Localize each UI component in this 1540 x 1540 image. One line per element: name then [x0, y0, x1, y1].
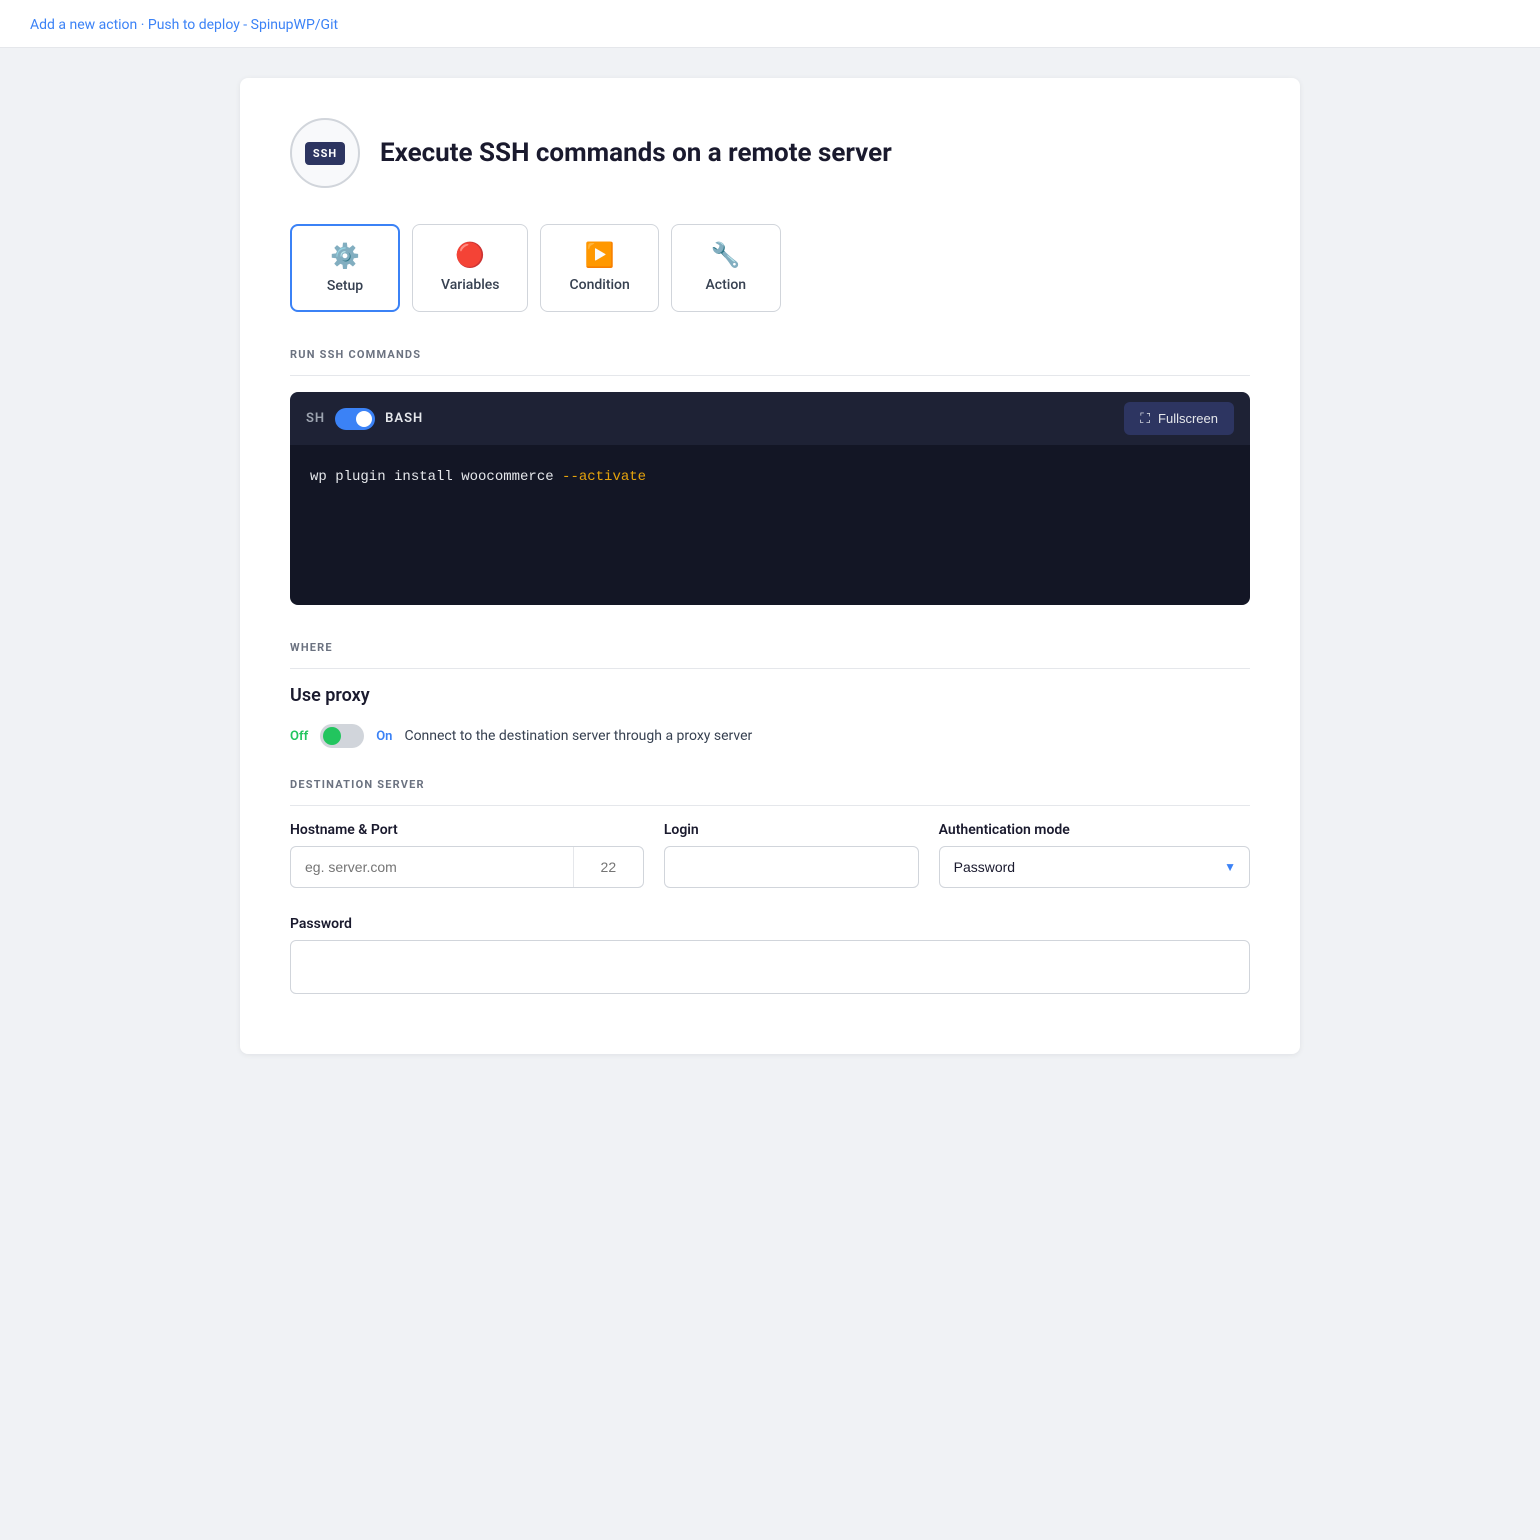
page-header: SSH Execute SSH commands on a remote ser… [290, 118, 1250, 188]
tab-setup-label: Setup [327, 278, 363, 294]
condition-icon: ▶️ [585, 241, 615, 269]
toggle-track[interactable] [335, 408, 375, 430]
run-section-divider [290, 375, 1250, 376]
proxy-toggle-row: Off On Connect to the destination server… [290, 724, 1250, 748]
tab-action[interactable]: 🔧 Action [671, 224, 781, 312]
ssh-label: SSH [305, 142, 345, 165]
login-group: Login [664, 822, 919, 888]
action-icon: 🔧 [711, 241, 741, 269]
on-label: On [376, 729, 392, 744]
bash-label: BASH [385, 411, 423, 426]
toggle-thumb [356, 411, 372, 427]
proxy-description: Connect to the destination server throug… [404, 728, 752, 744]
use-proxy-title: Use proxy [290, 685, 1250, 706]
auth-mode-select[interactable]: Password SSH Key [939, 846, 1250, 888]
tabs-container: ⚙️ Setup 🔴 Variables ▶️ Condition 🔧 Acti… [290, 224, 1250, 312]
destination-divider [290, 805, 1250, 806]
password-label: Password [290, 916, 1250, 932]
password-row: Password [290, 916, 1250, 994]
hostname-label: Hostname & Port [290, 822, 644, 838]
form-row-1: Hostname & Port Login Authentication mod… [290, 822, 1250, 888]
hostname-input[interactable] [291, 847, 573, 887]
setup-icon: ⚙️ [330, 242, 360, 270]
tab-condition-label: Condition [569, 277, 629, 293]
login-input[interactable] [664, 846, 919, 888]
where-divider [290, 668, 1250, 669]
destination-section: DESTINATION SERVER Hostname & Port Login… [290, 778, 1250, 994]
toolbar-left: SH BASH [306, 408, 423, 430]
sh-bash-toggle[interactable] [335, 408, 375, 430]
tab-variables[interactable]: 🔴 Variables [412, 224, 528, 312]
tab-setup[interactable]: ⚙️ Setup [290, 224, 400, 312]
where-label: WHERE [290, 641, 1250, 654]
main-container: SSH Execute SSH commands on a remote ser… [240, 78, 1300, 1054]
auth-mode-label: Authentication mode [939, 822, 1250, 838]
login-label: Login [664, 822, 919, 838]
auth-mode-select-wrapper: Password SSH Key ▼ [939, 846, 1250, 888]
destination-label: DESTINATION SERVER [290, 778, 1250, 791]
proxy-toggle-thumb [323, 727, 341, 745]
hostname-input-group [290, 846, 644, 888]
tab-variables-label: Variables [441, 277, 499, 293]
code-line-1: wp plugin install woocommerce --activate [310, 469, 1230, 485]
password-group: Password [290, 916, 1250, 994]
fullscreen-button[interactable]: ⛶ Fullscreen [1124, 402, 1234, 435]
page-icon: SSH [290, 118, 360, 188]
tab-condition[interactable]: ▶️ Condition [540, 224, 658, 312]
sh-label: SH [306, 411, 325, 426]
run-section-label: RUN SSH COMMANDS [290, 348, 1250, 361]
top-bar: Add a new action · Push to deploy - Spin… [0, 0, 1540, 48]
variables-icon: 🔴 [455, 241, 485, 269]
proxy-toggle[interactable] [320, 724, 364, 748]
hostname-group: Hostname & Port [290, 822, 644, 888]
auth-mode-group: Authentication mode Password SSH Key ▼ [939, 822, 1250, 888]
password-input[interactable] [290, 940, 1250, 994]
code-body[interactable]: wp plugin install woocommerce --activate [290, 445, 1250, 605]
code-arg: --activate [562, 469, 646, 485]
breadcrumb-link[interactable]: Add a new action · Push to deploy - Spin… [30, 17, 338, 33]
code-toolbar: SH BASH ⛶ Fullscreen [290, 392, 1250, 445]
code-editor: SH BASH ⛶ Fullscreen wp plugin install w… [290, 392, 1250, 605]
port-input[interactable] [573, 847, 643, 887]
page-title: Execute SSH commands on a remote server [380, 138, 892, 168]
where-section: WHERE Use proxy Off On Connect to the de… [290, 641, 1250, 748]
off-label: Off [290, 729, 308, 744]
fullscreen-label: Fullscreen [1158, 411, 1218, 426]
code-cmd: wp plugin install woocommerce [310, 469, 562, 485]
tab-action-label: Action [706, 277, 747, 293]
fullscreen-icon: ⛶ [1140, 410, 1150, 427]
